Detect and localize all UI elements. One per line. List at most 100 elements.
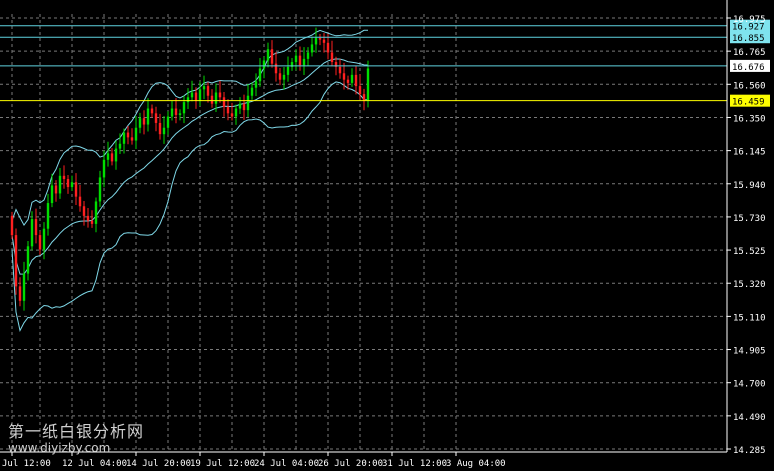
candle-bull bbox=[42, 228, 46, 250]
candle-bear bbox=[354, 74, 358, 87]
candle-bull bbox=[170, 108, 174, 117]
candle-bear bbox=[14, 235, 18, 287]
candle-bear bbox=[230, 113, 234, 117]
y-tick-label: 16.145 bbox=[733, 148, 766, 158]
candle-bear bbox=[346, 79, 350, 83]
candle-bear bbox=[126, 132, 130, 138]
candle-bull bbox=[202, 86, 206, 90]
candle-bull bbox=[102, 159, 106, 178]
candle-bull bbox=[58, 175, 62, 194]
candle-bull bbox=[314, 38, 318, 45]
y-tick-label: 15.525 bbox=[733, 247, 766, 257]
candle-bear bbox=[150, 108, 154, 114]
price-tag-label: 16.676 bbox=[732, 63, 765, 73]
candle-bull bbox=[198, 89, 202, 101]
candle-bull bbox=[162, 127, 166, 135]
candle-bull bbox=[306, 52, 310, 59]
candle-bull bbox=[234, 108, 238, 117]
candle-bear bbox=[222, 97, 226, 107]
candle-bull bbox=[310, 44, 314, 53]
candle-bear bbox=[358, 86, 362, 95]
candle-bull bbox=[282, 74, 286, 80]
candle-bear bbox=[82, 206, 86, 216]
candle-bull bbox=[122, 132, 126, 144]
candle-bear bbox=[226, 106, 230, 114]
candle-bull bbox=[166, 116, 170, 128]
candle-bear bbox=[74, 182, 78, 197]
candle-bull bbox=[98, 177, 102, 202]
candle-bear bbox=[78, 196, 82, 207]
candle-bear bbox=[298, 55, 302, 66]
candle-bear bbox=[242, 103, 246, 111]
y-tick-label: 14.905 bbox=[733, 347, 766, 357]
candle-bull bbox=[246, 95, 250, 111]
y-tick-label: 16.560 bbox=[733, 81, 766, 91]
candle-bull bbox=[134, 127, 138, 141]
candle-bear bbox=[62, 175, 66, 180]
x-tick-label: 14 Jul 20:00 bbox=[126, 459, 191, 469]
candle-bear bbox=[130, 137, 134, 141]
candle-bear bbox=[86, 215, 90, 221]
candle-bear bbox=[318, 38, 322, 40]
candle-bull bbox=[258, 68, 262, 82]
candle-bear bbox=[154, 113, 158, 123]
candle-bear bbox=[274, 63, 278, 74]
candle-bear bbox=[54, 185, 58, 194]
y-tick-label: 15.940 bbox=[733, 181, 766, 191]
candle-bull bbox=[146, 108, 150, 125]
candle-bear bbox=[330, 52, 334, 63]
candle-bear bbox=[34, 219, 38, 236]
price-chart: 16.92716.85516.67616.459 16.97516.76516.… bbox=[0, 0, 774, 471]
candle-bear bbox=[342, 73, 346, 80]
y-tick-label: 15.730 bbox=[733, 214, 766, 224]
candle-bear bbox=[270, 49, 274, 64]
candle-bull bbox=[254, 81, 258, 88]
candle-bull bbox=[266, 49, 270, 61]
candle-bull bbox=[178, 113, 182, 115]
x-tick-label: 12 Jul 04:00 bbox=[62, 459, 127, 469]
x-tick-label: Jul 12:00 bbox=[2, 459, 51, 469]
candle-bull bbox=[30, 219, 34, 247]
candle-bull bbox=[186, 97, 190, 103]
x-tick-label: 19 Jul 12:00 bbox=[190, 459, 255, 469]
candle-bear bbox=[158, 122, 162, 135]
y-tick-label: 16.765 bbox=[733, 48, 766, 58]
candle-bull bbox=[118, 143, 122, 149]
y-tick-label: 14.490 bbox=[733, 413, 766, 423]
x-tick-label: 26 Jul 20:00 bbox=[318, 459, 383, 469]
x-tick-label: 24 Jul 04:00 bbox=[254, 459, 319, 469]
candle-bull bbox=[106, 153, 110, 160]
y-tick-label: 16.350 bbox=[733, 114, 766, 124]
price-tag-label: 16.855 bbox=[732, 34, 765, 44]
candle-bull bbox=[70, 182, 74, 188]
candle-bear bbox=[278, 73, 282, 80]
watermark-url: www.diyizby.com bbox=[8, 441, 111, 455]
candle-bear bbox=[326, 42, 330, 53]
candle-bull bbox=[350, 74, 354, 83]
candle-bull bbox=[214, 92, 218, 104]
candle-bull bbox=[114, 148, 118, 162]
y-tick-label: 16.975 bbox=[733, 15, 766, 25]
candle-bear bbox=[38, 235, 42, 250]
candle-bull bbox=[94, 201, 98, 224]
candle-bull bbox=[294, 55, 298, 63]
candle-bear bbox=[66, 179, 70, 188]
y-tick-label: 14.700 bbox=[733, 380, 766, 390]
candle-bull bbox=[286, 66, 290, 75]
candle-bull bbox=[46, 203, 50, 229]
candle-bear bbox=[142, 118, 146, 125]
candle-bull bbox=[138, 118, 142, 128]
candle-bear bbox=[174, 108, 178, 115]
candle-bear bbox=[110, 153, 114, 162]
y-tick-label: 15.320 bbox=[733, 280, 766, 290]
candle-bull bbox=[262, 60, 266, 69]
candle-bull bbox=[366, 68, 370, 101]
chart-background bbox=[0, 0, 774, 471]
candle-bull bbox=[190, 92, 194, 98]
candle-bull bbox=[26, 246, 30, 274]
y-tick-label: 14.285 bbox=[733, 446, 766, 456]
candle-bear bbox=[206, 86, 210, 96]
candle-bull bbox=[22, 273, 26, 301]
candle-bear bbox=[90, 220, 94, 224]
candle-bull bbox=[250, 87, 254, 96]
